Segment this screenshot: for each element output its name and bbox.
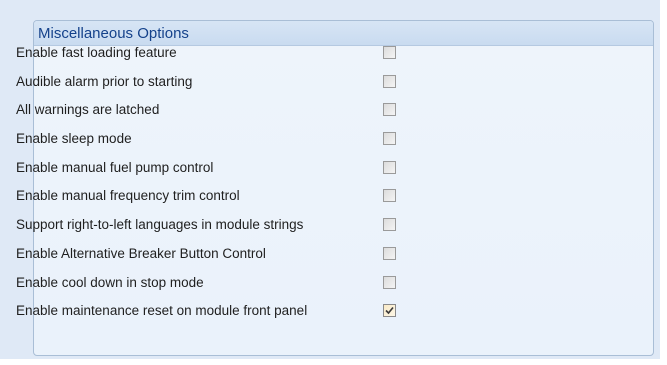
option-label-cool-down-stop-mode: Enable cool down in stop mode: [16, 274, 204, 290]
option-label-alternative-breaker-button: Enable Alternative Breaker Button Contro…: [16, 245, 266, 261]
right-edge: [660, 0, 667, 365]
checkbox-fast-loading[interactable]: [383, 46, 396, 59]
option-label-sleep-mode: Enable sleep mode: [16, 131, 132, 147]
groupbox-title: Miscellaneous Options: [38, 24, 189, 42]
checkbox-manual-fuel-pump[interactable]: [383, 160, 396, 174]
option-label-maintenance-reset: Enable maintenance reset on module front…: [16, 303, 308, 319]
bottom-edge: [0, 359, 667, 365]
option-label-fast-loading: Enable fast loading feature: [16, 45, 177, 60]
option-label-manual-frequency-trim: Enable manual frequency trim control: [16, 188, 240, 204]
option-label-manual-fuel-pump: Enable manual fuel pump control: [16, 159, 214, 175]
checkbox-warnings-latched[interactable]: [383, 103, 396, 117]
checkbox-cool-down-stop-mode[interactable]: [383, 275, 396, 289]
option-label-audible-alarm: Audible alarm prior to starting: [16, 73, 193, 89]
groupbox-header: Miscellaneous Options: [34, 21, 653, 46]
checkbox-alternative-breaker-button[interactable]: [383, 246, 396, 260]
checkbox-right-to-left-languages[interactable]: [383, 218, 396, 232]
checkbox-manual-frequency-trim[interactable]: [383, 189, 396, 203]
checkbox-audible-alarm[interactable]: [383, 74, 396, 88]
checkmark-icon: [385, 307, 394, 315]
checkbox-maintenance-reset[interactable]: [383, 304, 396, 318]
option-label-warnings-latched: All warnings are latched: [16, 102, 160, 118]
option-label-right-to-left-languages: Support right-to-left languages in modul…: [16, 217, 304, 233]
checkbox-sleep-mode[interactable]: [383, 132, 396, 146]
